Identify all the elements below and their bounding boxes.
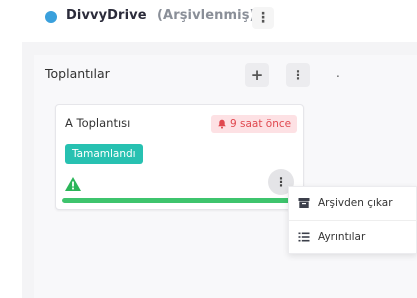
menu-item-label: Arşivden çıkar	[318, 197, 393, 209]
bell-icon	[218, 119, 226, 129]
board-menu-button[interactable]: ⋮	[252, 7, 274, 29]
task-card[interactable]: A Toplantısı 9 saat önce Tamamlandı ⋮	[55, 104, 304, 210]
menu-item-label: Ayrıntılar	[318, 231, 366, 243]
board-status: (Arşivlenmiş)	[157, 8, 256, 23]
menu-item-unarchive[interactable]: Arşivden çıkar	[289, 190, 417, 216]
menu-item-details[interactable]: Ayrıntılar	[289, 224, 417, 250]
progress-bar	[62, 198, 295, 203]
board-header: DivvyDrive (Arşivlenmiş) ⋮	[0, 0, 417, 38]
board-color-dot	[45, 11, 57, 23]
progress-fill	[62, 198, 295, 203]
list-handle: .	[336, 66, 340, 80]
status-badge: Tamamlandı	[65, 144, 143, 164]
archive-icon	[298, 198, 310, 208]
board-title: DivvyDrive	[66, 8, 147, 23]
warning-icon	[65, 177, 81, 191]
due-badge-label: 9 saat önce	[230, 118, 292, 130]
card-context-menu: Arşivden çıkar Ayrıntılar	[288, 186, 417, 254]
menu-divider	[289, 220, 417, 221]
card-title: A Toplantısı	[65, 116, 131, 130]
list-icon	[298, 232, 310, 242]
add-card-button[interactable]: +	[245, 63, 269, 87]
list-menu-button[interactable]: ⋮	[286, 63, 310, 87]
due-badge: 9 saat önce	[211, 115, 298, 133]
list-title: Toplantılar	[45, 66, 110, 81]
